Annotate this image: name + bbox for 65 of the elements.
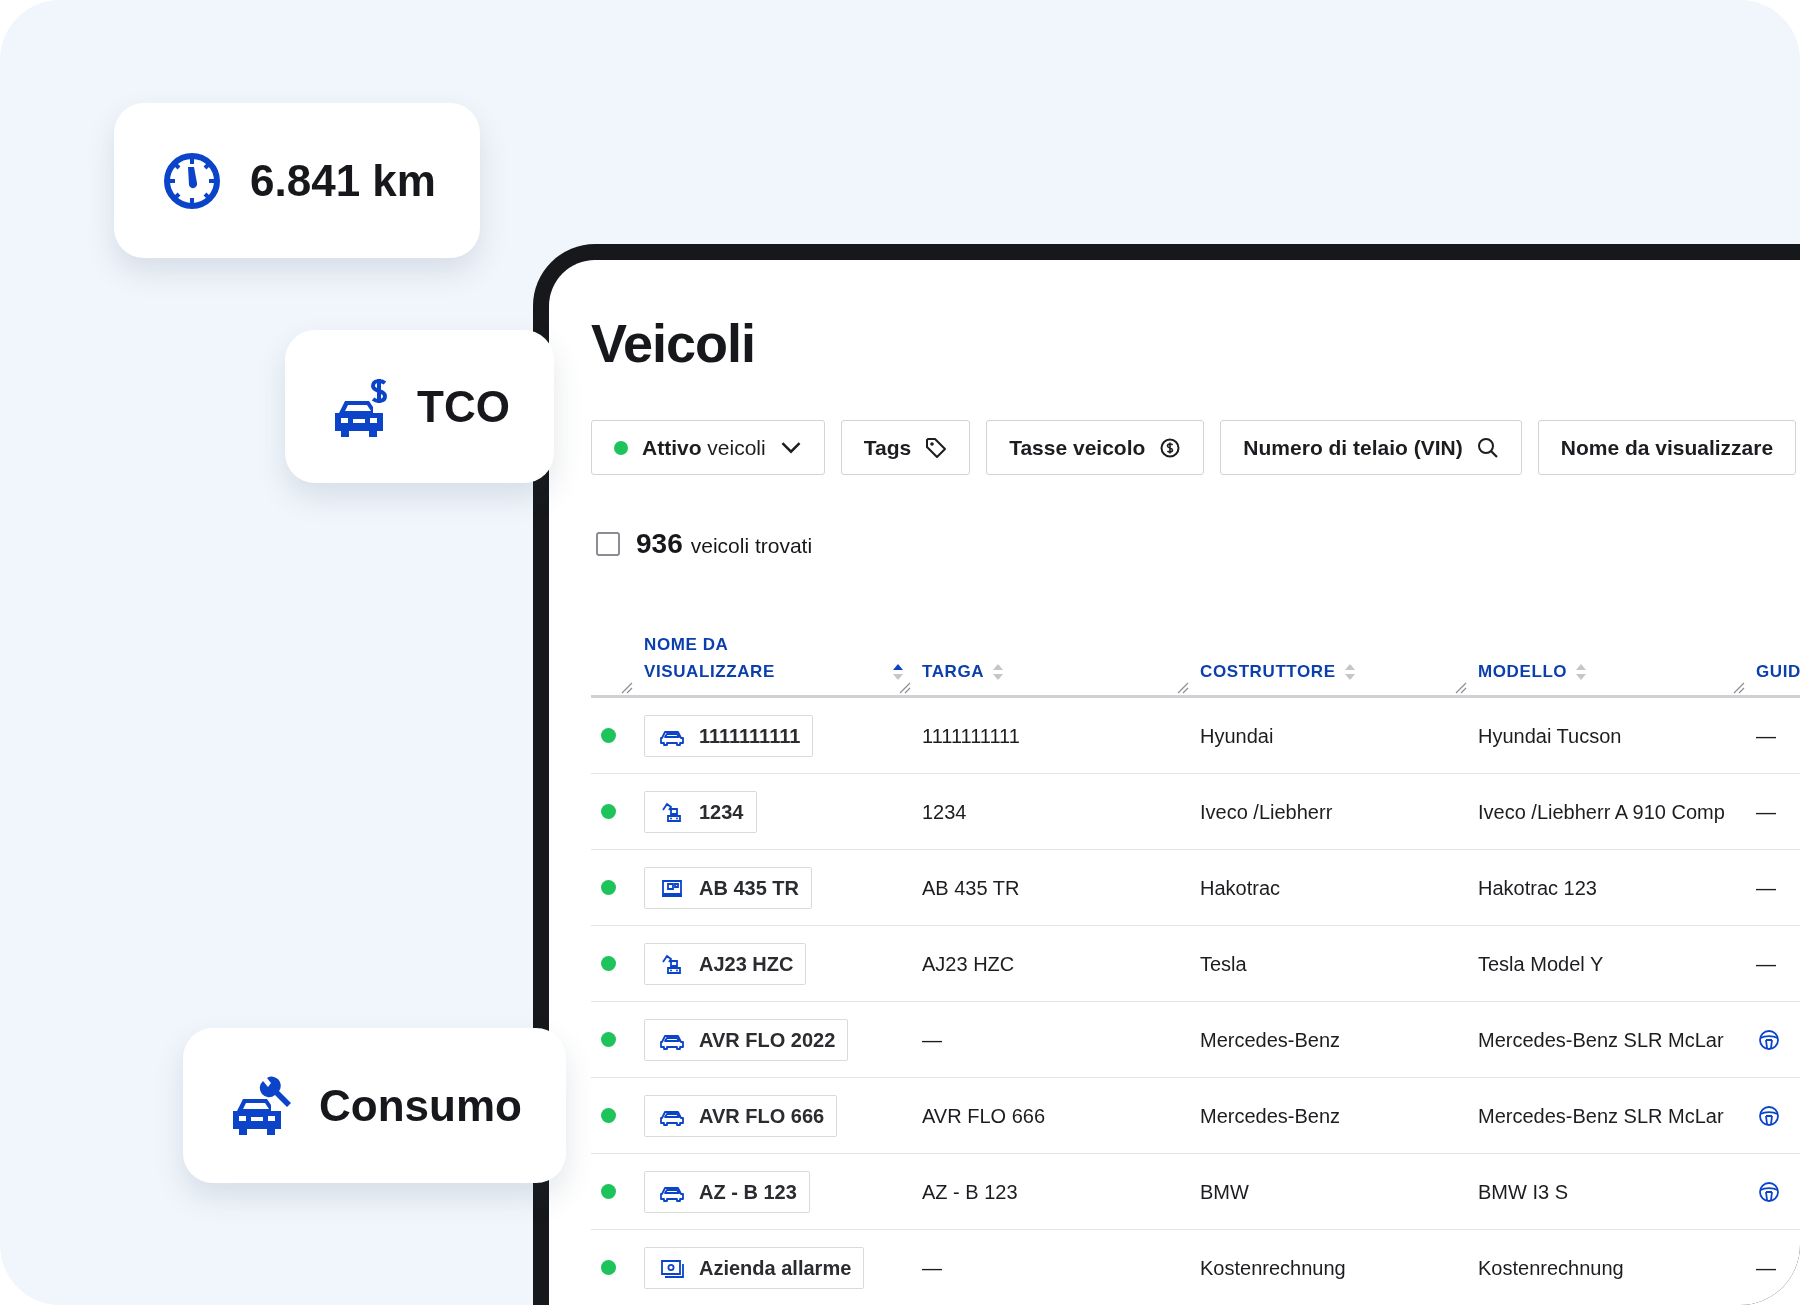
stat-label: TCO	[417, 380, 510, 433]
result-label: veicoli trovati	[690, 533, 813, 559]
resize-handle-icon	[1733, 682, 1745, 694]
column-header[interactable]: TARGA	[922, 658, 985, 685]
vehicle-name-tag[interactable]: AB 435 TR	[644, 866, 813, 909]
vehicle-name-tag[interactable]: Azienda allarme	[644, 1246, 865, 1289]
car-wrench-icon	[231, 1074, 291, 1137]
column-header[interactable]: NOME DA VISUALIZZARE	[644, 631, 844, 685]
table-cell-text: Hakotrac	[1200, 875, 1281, 901]
tag-icon	[925, 436, 948, 459]
table-cell-text: —	[922, 1255, 942, 1281]
resize-handle-icon	[621, 682, 633, 694]
table-cell-text: Tesla Model Y	[1478, 951, 1604, 977]
table-cell-text: Hyundai	[1200, 723, 1274, 749]
column-header[interactable]: COSTRUTTORE	[1200, 658, 1336, 685]
column-header[interactable]: MODELLO	[1478, 658, 1568, 685]
table-cell-text: —	[922, 1027, 942, 1053]
vehicle-name-tag[interactable]: AVR FLO 2022	[644, 1018, 849, 1061]
table-cell-text: AVR FLO 666	[922, 1103, 1046, 1129]
table-cell-text: AB 435 TR	[922, 875, 1020, 901]
table-cell-text: Mercedes-Benz	[1200, 1103, 1341, 1129]
column-header[interactable]: GUID	[1756, 658, 1800, 685]
table-cell-text: Mercedes-Benz SLR McLar	[1478, 1103, 1724, 1129]
table-cell-text: Hyundai Tucson	[1478, 723, 1622, 749]
table-cell-text: Mercedes-Benz SLR McLar	[1478, 1027, 1724, 1053]
table-cell-text: —	[1756, 875, 1776, 901]
table-cell-text: —	[1756, 951, 1776, 977]
filter-button[interactable]: Nome da visualizzare	[1537, 420, 1797, 475]
vehicle-name-tag[interactable]: AZ - B 123	[644, 1170, 810, 1213]
dollar-icon	[1159, 436, 1182, 459]
table-cell-text: AJ23 HZC	[922, 951, 1015, 977]
table-cell-text: AZ - B 123	[922, 1179, 1018, 1205]
speedometer-icon	[162, 150, 222, 211]
filter-button[interactable]: Attivo veicoli	[591, 420, 825, 475]
table-cell-text: —	[1756, 1255, 1776, 1281]
vehicle-name-tag[interactable]: AVR FLO 666	[644, 1094, 838, 1137]
result-count: 936	[636, 527, 683, 561]
table-cell-text: Hakotrac 123	[1478, 875, 1597, 901]
resize-handle-icon	[1177, 682, 1189, 694]
page-title: Veicoli	[591, 316, 757, 370]
resize-handle-icon	[1455, 682, 1467, 694]
vehicle-name-tag[interactable]: 1234	[644, 790, 757, 833]
table-cell-text: Iveco /Liebherr A 910 Comp	[1478, 799, 1725, 825]
table-cell-text: Tesla	[1200, 951, 1247, 977]
select-all-checkbox[interactable]	[596, 532, 620, 556]
filter-button[interactable]: Tags	[840, 420, 971, 475]
car-dollar-icon	[333, 376, 389, 437]
filter-button[interactable]: Numero di telaio (VIN)	[1220, 420, 1522, 475]
table-cell-text: Kostenrechnung	[1478, 1255, 1624, 1281]
stat-label: Consumo	[319, 1079, 522, 1132]
table-cell-text: Kostenrechnung	[1200, 1255, 1346, 1281]
table-cell-text: —	[1756, 799, 1776, 825]
vehicle-name-tag[interactable]: 1111111111	[644, 714, 814, 757]
resize-handle-icon	[899, 682, 911, 694]
table-cell-text: BMW	[1200, 1179, 1249, 1205]
table-cell-text: Mercedes-Benz	[1200, 1027, 1341, 1053]
vehicle-name-tag[interactable]: AJ23 HZC	[644, 942, 807, 985]
table-cell-text: 1234	[922, 799, 967, 825]
table-cell-text: —	[1756, 723, 1776, 749]
table-cell-text: BMW I3 S	[1478, 1179, 1568, 1205]
search-icon	[1476, 436, 1499, 459]
stat-label: 6.841 km	[250, 154, 436, 207]
table-cell-text: Iveco /Liebherr	[1200, 799, 1333, 825]
table-cell-text: 1111111111	[922, 723, 1020, 749]
filter-button[interactable]: Tasse veicolo	[986, 420, 1205, 475]
